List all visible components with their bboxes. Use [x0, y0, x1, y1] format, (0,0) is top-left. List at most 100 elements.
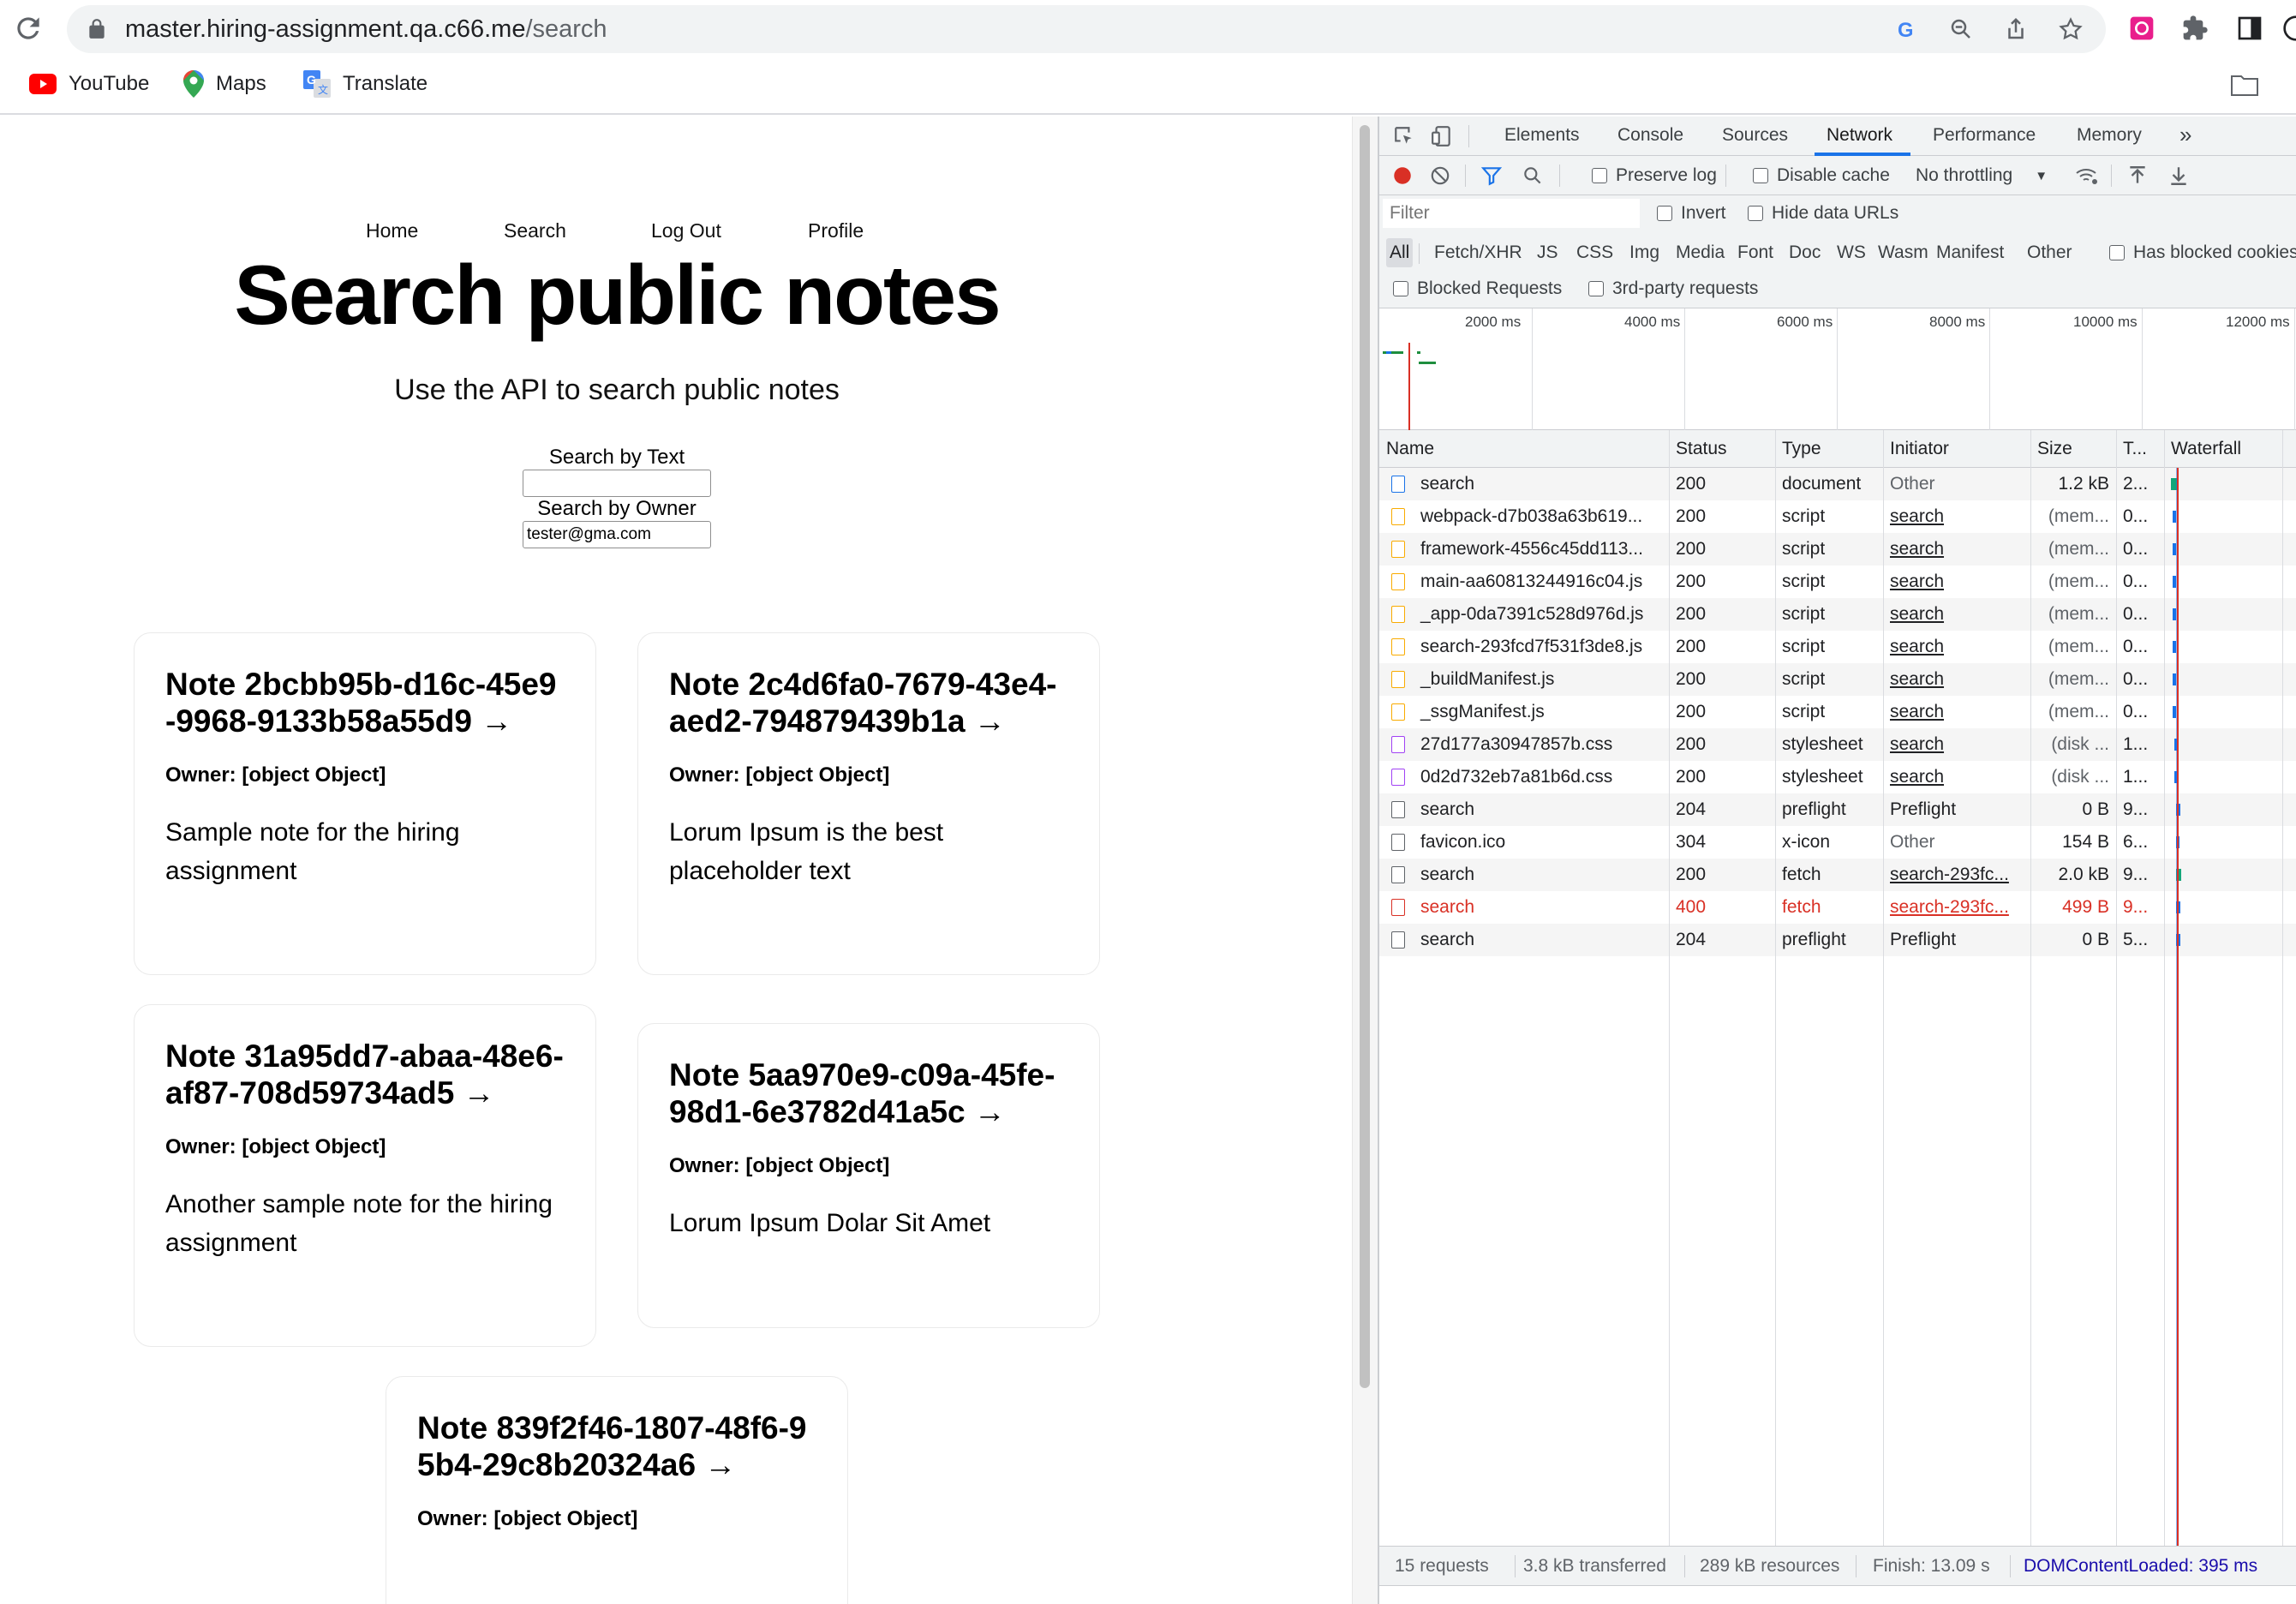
filter-type-ws[interactable]: WS	[1833, 238, 1869, 267]
bookmark-youtube[interactable]: YouTube	[29, 69, 149, 99]
request-row[interactable]: webpack-d7b038a63b619... 200 script search (…	[1379, 500, 2296, 533]
search-text-input[interactable]	[523, 470, 711, 497]
column-divider[interactable]	[2116, 430, 2117, 1546]
request-initiator-cell[interactable]: search	[1883, 728, 2029, 761]
network-conditions-icon[interactable]	[2075, 165, 2099, 187]
bookmark-translate[interactable]: G文 Translate	[303, 69, 428, 99]
filter-type-js[interactable]: JS	[1534, 238, 1562, 267]
request-row[interactable]: search-293fcd7f531f3de8.js 200 script searc…	[1379, 631, 2296, 663]
reload-icon[interactable]	[12, 12, 45, 45]
tab-console[interactable]: Console	[1617, 125, 1683, 146]
request-row[interactable]: _buildManifest.js 200 script search (mem... 0…	[1379, 663, 2296, 696]
filter-type-doc[interactable]: Doc	[1785, 238, 1824, 267]
request-name-cell[interactable]: webpack-d7b038a63b619...	[1414, 500, 1667, 533]
checkbox-box[interactable]	[1657, 206, 1672, 221]
invert-checkbox[interactable]: Invert	[1657, 195, 1726, 231]
column-header-time[interactable]: T...	[2116, 430, 2147, 468]
filter-type-media[interactable]: Media	[1672, 238, 1728, 267]
request-initiator-cell[interactable]: search	[1883, 696, 2029, 728]
request-initiator-cell[interactable]: search	[1883, 500, 2029, 533]
request-name-cell[interactable]: search	[1414, 891, 1667, 924]
request-row[interactable]: 27d177a30947857b.css 200 stylesheet search (…	[1379, 728, 2296, 761]
column-divider[interactable]	[1775, 430, 1776, 1546]
checkbox-box[interactable]	[1748, 206, 1763, 221]
filter-funnel-icon[interactable]	[1480, 165, 1503, 187]
column-header-waterfall[interactable]: Waterfall	[2164, 430, 2241, 468]
export-har-icon[interactable]	[2167, 165, 2190, 187]
request-row[interactable]: main-aa60813244916c04.js 200 script search (…	[1379, 566, 2296, 598]
clear-icon[interactable]	[1429, 165, 1451, 187]
request-row[interactable]: search 204 preflight Preflight 0 B 9...	[1379, 793, 2296, 826]
request-name-cell[interactable]: search	[1414, 924, 1667, 956]
request-row[interactable]: search 200 document Other 1.2 kB 2...	[1379, 468, 2296, 500]
request-name-cell[interactable]: search	[1414, 793, 1667, 826]
request-row[interactable]: search 200 fetch search-293fc... 2.0 kB 9...	[1379, 859, 2296, 891]
request-name-cell[interactable]: search	[1414, 468, 1667, 500]
column-header-status[interactable]: Status	[1669, 430, 1727, 468]
column-header-initiator[interactable]: Initiator	[1883, 430, 1949, 468]
filter-type-all[interactable]: All	[1386, 238, 1414, 267]
import-har-icon[interactable]	[2126, 165, 2149, 187]
request-row[interactable]: _app-0da7391c528d976d.js 200 script search (…	[1379, 598, 2296, 631]
request-name-cell[interactable]: favicon.ico	[1414, 826, 1667, 859]
note-card[interactable]: Note 2c4d6fa0-7679-43e4-aed2-794879439b1…	[637, 632, 1100, 975]
more-tabs-chevron-icon[interactable]: »	[2179, 122, 2191, 148]
tab-performance[interactable]: Performance	[1933, 125, 2036, 146]
request-name-cell[interactable]: 27d177a30947857b.css	[1414, 728, 1667, 761]
throttling-select[interactable]: No throttling ▼	[1916, 156, 2048, 195]
column-header-type[interactable]: Type	[1775, 430, 1821, 468]
column-divider[interactable]	[2164, 430, 2165, 1546]
column-divider[interactable]	[1883, 430, 1884, 1546]
request-row[interactable]: search 204 preflight Preflight 0 B 5...	[1379, 924, 2296, 956]
checkbox-box[interactable]	[1393, 281, 1408, 296]
request-initiator-cell[interactable]: search	[1883, 533, 2029, 566]
preserve-log-checkbox[interactable]: Preserve log	[1592, 156, 1717, 195]
request-name-cell[interactable]: _app-0da7391c528d976d.js	[1414, 598, 1667, 631]
note-title-link[interactable]: Note 2c4d6fa0-7679-43e4-aed2-794879439b1…	[669, 666, 1068, 739]
request-name-cell[interactable]: _ssgManifest.js	[1414, 696, 1667, 728]
request-row[interactable]: framework-4556c45dd113... 200 script search…	[1379, 533, 2296, 566]
tab-network[interactable]: Network	[1827, 125, 1892, 146]
nav-home-link[interactable]: Home	[366, 219, 418, 242]
request-name-cell[interactable]: framework-4556c45dd113...	[1414, 533, 1667, 566]
address-bar[interactable]: master.hiring-assignment.qa.c66.me/searc…	[67, 5, 2106, 53]
filter-type-fetch-xhr[interactable]: Fetch/XHR	[1431, 238, 1526, 267]
device-toolbar-icon[interactable]	[1431, 125, 1453, 147]
nav-search-link[interactable]: Search	[504, 219, 566, 242]
column-header-size[interactable]: Size	[2030, 430, 2072, 468]
nav-profile-link[interactable]: Profile	[808, 219, 864, 242]
request-initiator-cell[interactable]: search-293fc...	[1883, 891, 2029, 924]
filter-type-other[interactable]: Other	[2024, 238, 2076, 267]
note-card[interactable]: Note 839f2f46-1807-48f6-95b4-29c8b20324a…	[386, 1376, 848, 1604]
tab-sources[interactable]: Sources	[1722, 125, 1788, 146]
inspect-element-icon[interactable]	[1393, 125, 1415, 147]
google-lens-icon[interactable]: G	[1893, 16, 1919, 42]
request-name-cell[interactable]: 0d2d732eb7a81b6d.css	[1414, 761, 1667, 793]
filter-type-wasm[interactable]: Wasm	[1874, 238, 1932, 267]
request-initiator-cell[interactable]: search	[1883, 631, 2029, 663]
filter-type-img[interactable]: Img	[1626, 238, 1663, 267]
request-row[interactable]: _ssgManifest.js 200 script search (mem... 0..…	[1379, 696, 2296, 728]
column-divider[interactable]	[2282, 430, 2283, 1546]
share-icon[interactable]	[2003, 16, 2029, 42]
request-row[interactable]: search 400 fetch search-293fc... 499 B 9...	[1379, 891, 2296, 924]
page-scrollbar-thumb[interactable]	[1360, 125, 1370, 1388]
filter-type-font[interactable]: Font	[1734, 238, 1777, 267]
filter-type-css[interactable]: CSS	[1573, 238, 1617, 267]
bookmark-maps[interactable]: Maps	[183, 69, 266, 99]
checkbox-box[interactable]	[1592, 168, 1607, 183]
note-title-link[interactable]: Note 839f2f46-1807-48f6-95b4-29c8b20324a…	[417, 1409, 816, 1483]
extensions-puzzle-icon[interactable]	[2181, 15, 2209, 42]
extension-icon[interactable]	[2128, 15, 2155, 42]
checkbox-box[interactable]	[2109, 245, 2125, 260]
record-icon[interactable]	[1391, 165, 1414, 187]
column-divider[interactable]	[2030, 430, 2031, 1546]
filter-input[interactable]	[1383, 199, 1640, 228]
side-panel-icon[interactable]	[2236, 15, 2263, 42]
search-owner-input[interactable]	[523, 521, 711, 548]
request-name-cell[interactable]: main-aa60813244916c04.js	[1414, 566, 1667, 598]
lock-icon[interactable]	[86, 18, 108, 40]
disable-cache-checkbox[interactable]: Disable cache	[1753, 156, 1890, 195]
hide-data-urls-checkbox[interactable]: Hide data URLs	[1748, 195, 1898, 231]
bookmark-star-icon[interactable]	[2058, 16, 2084, 42]
